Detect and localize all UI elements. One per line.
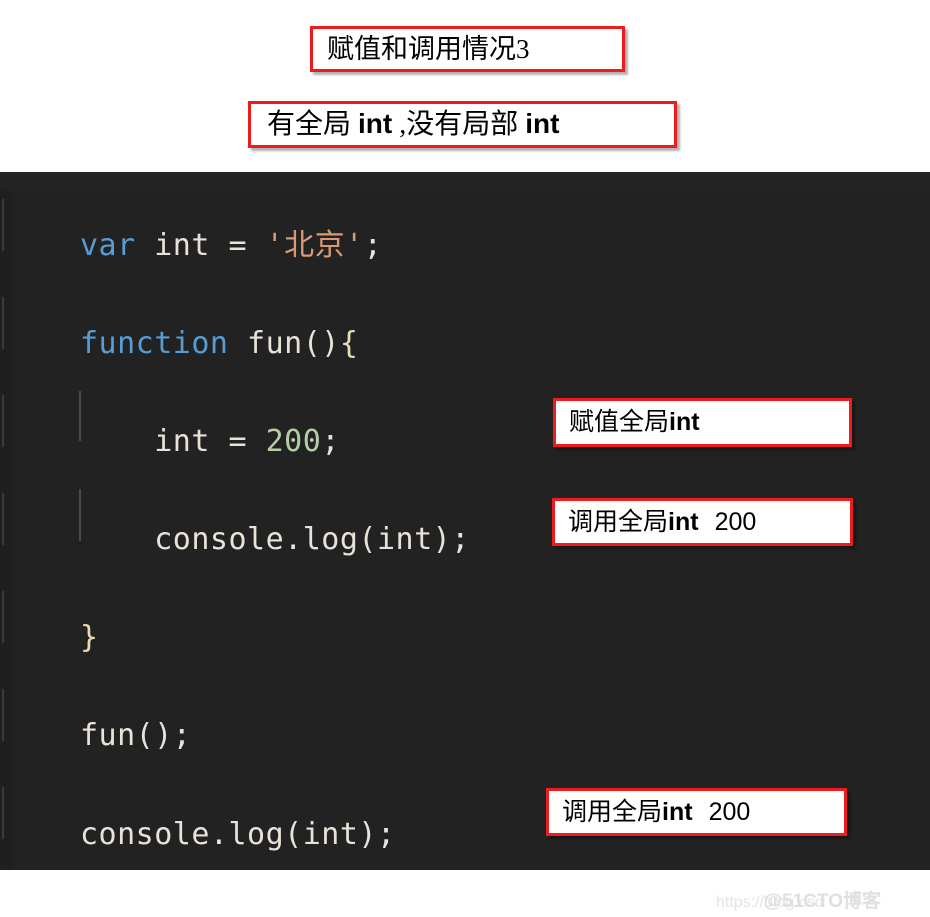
code-token-plain: int = [135,228,266,263]
code-token-plain: fun(); [80,718,192,753]
code-token-indent [80,424,154,459]
code-token-brace: } [80,620,99,655]
code-token-number: 200 [265,424,322,459]
annotation-assign-global: 赋值全局int [553,398,852,447]
code-line: var int = '北京'; [80,231,382,261]
annotation-call-global-outer: 调用全局int 200 [546,788,847,836]
subtitle-callout-box: 有全局 int ,没有局部 int [248,101,677,148]
code-token-plain: fun() [228,326,340,361]
subtitle-segment-cjk-2: ,没有局部 [392,109,526,140]
annotation-cjk: 赋值全局 [569,409,670,436]
code-token-plain: console.log(int); [80,817,396,852]
code-token-punct: ; [363,228,383,263]
code-token-brace: { [339,326,359,361]
code-token-string: '北京' [265,228,364,263]
gutter-tick-mark [2,689,4,741]
title-callout-text: 赋值和调用情况3 [327,33,530,64]
annotation-latin: int [668,507,699,536]
annotation-text: 调用全局int 200 [562,797,751,826]
subtitle-segment-latin-1: int [358,108,393,139]
annotation-value: 200 [714,507,757,536]
gutter-tick-mark [2,395,4,447]
subtitle-segment-cjk-1: 有全局 [267,109,359,140]
gutter-tick-mark [2,493,4,545]
gutter-tick-mark [2,297,4,349]
code-token-punct: ; [321,424,340,459]
annotation-text: 调用全局int 200 [568,507,757,536]
editor-gutter [0,191,12,870]
code-line: function fun(){ [80,329,358,359]
annotation-text: 赋值全局int [569,408,700,436]
annotation-value: 200 [708,797,751,826]
editor-top-strip [0,172,930,192]
code-token-keyword: var [80,228,136,263]
code-line: console.log(int); [80,525,470,555]
code-line: } [80,623,99,653]
gutter-tick-mark [2,591,4,643]
watermark-brand: @51CTO博客 [763,891,882,912]
gutter-tick-mark [2,199,4,251]
annotation-latin: int [662,797,693,826]
watermark: https://blog.csd@51CTO博客 [716,886,881,913]
annotation-call-global-inner: 调用全局int 200 [552,498,853,546]
annotation-cjk: 调用全局 [568,508,669,536]
subtitle-segment-latin-2: int [525,108,560,139]
code-line: fun(); [80,721,191,751]
annotation-cjk: 调用全局 [562,798,663,826]
code-token-keyword: function [80,326,229,361]
code-line: console.log(int); [80,820,396,850]
code-token-indent [80,522,154,557]
code-line: int = 200; [80,427,340,457]
title-callout-box: 赋值和调用情况3 [310,26,625,72]
subtitle-callout-text: 有全局 int ,没有局部 int [267,110,559,139]
code-token-plain: console.log(int); [154,522,470,557]
annotation-latin: int [669,408,700,436]
code-token-plain: int = [154,424,266,459]
gutter-tick-mark [2,787,4,839]
